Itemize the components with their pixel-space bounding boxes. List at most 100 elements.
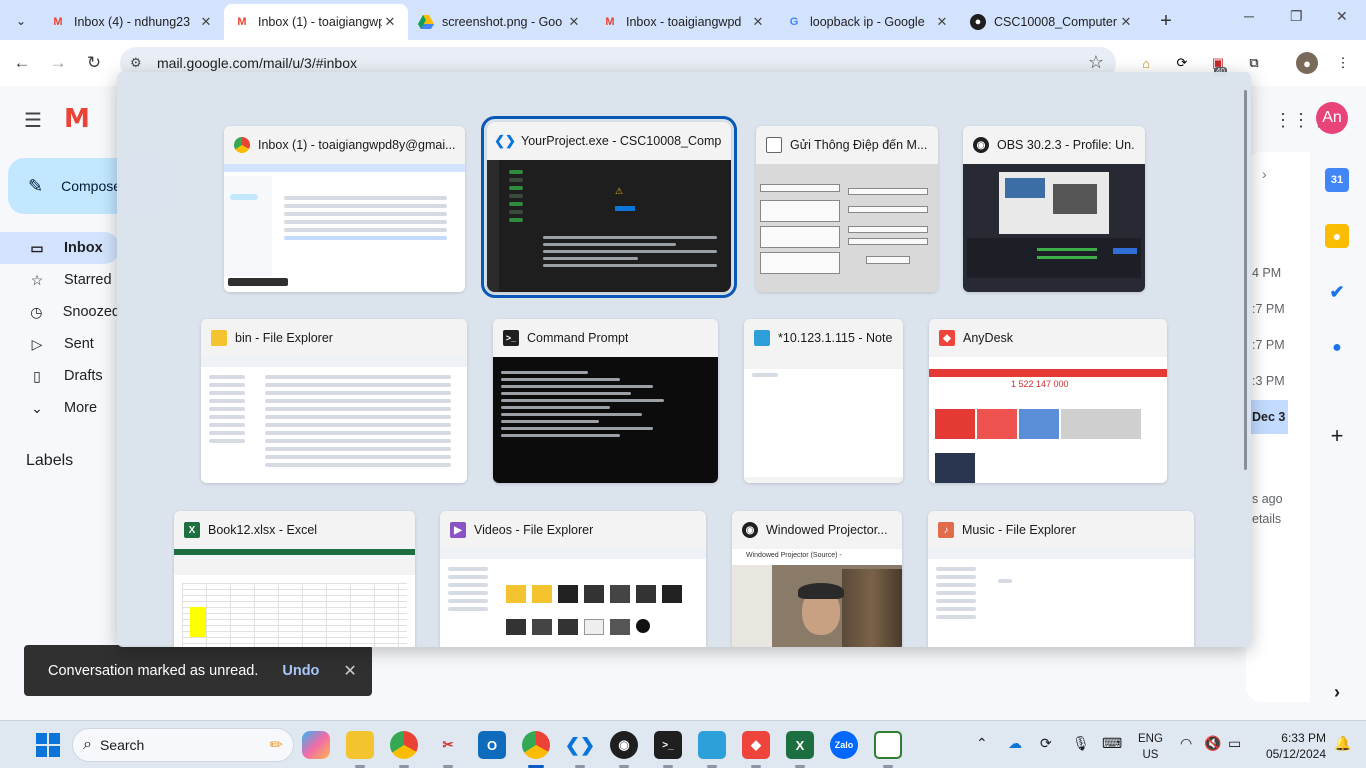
calendar-icon[interactable]: 31 — [1325, 168, 1349, 192]
browser-tab[interactable]: screenshot.png - Goo ✕ — [408, 6, 592, 38]
extensions-puzzle-icon[interactable]: ⧉ — [1243, 52, 1265, 74]
close-tab-icon[interactable]: ✕ — [198, 14, 214, 30]
chrome-icon[interactable] — [390, 731, 418, 759]
copilot-icon[interactable] — [302, 731, 330, 759]
window-card-obs[interactable]: ◉ OBS 30.2.3 - Profile: Un... — [963, 126, 1145, 292]
windows-start-icon[interactable] — [36, 733, 60, 757]
window-thumbnail — [174, 549, 415, 647]
vscode-icon[interactable]: ❮❯ — [565, 731, 595, 759]
window-card-file-explorer-bin[interactable]: bin - File Explorer — [201, 319, 467, 483]
nav-item-snoozed[interactable]: ◷ Snoozed — [0, 296, 120, 328]
site-info-icon[interactable]: ⚙ — [130, 55, 142, 71]
extension-sync-icon[interactable]: ⟳ — [1171, 52, 1193, 74]
close-tab-icon[interactable]: ✕ — [934, 14, 950, 30]
close-window-icon[interactable]: ✕ — [1336, 8, 1348, 25]
wifi-icon[interactable]: ◠ — [1180, 735, 1192, 752]
terminal-icon[interactable]: >_ — [654, 731, 682, 759]
microphone-icon[interactable]: 🎙 — [1072, 735, 1090, 752]
zalo-icon[interactable]: Zalo — [830, 731, 858, 759]
add-addon-icon[interactable]: + — [1325, 423, 1349, 448]
onedrive-icon[interactable]: ☁ — [1008, 735, 1022, 752]
outlook-icon[interactable]: O — [478, 731, 506, 759]
bookmark-star-icon[interactable]: ☆ — [1088, 52, 1104, 73]
tab-title: Inbox (4) - ndhung23 — [74, 15, 191, 29]
obs-icon[interactable]: ◉ — [610, 731, 638, 759]
nav-item-more[interactable]: ⌄ More — [0, 392, 120, 424]
tasks-icon[interactable]: ✔ — [1325, 280, 1349, 304]
minimize-icon[interactable]: ─ — [1244, 8, 1254, 24]
window-thumbnail — [928, 549, 1194, 647]
chrome-menu-icon[interactable]: ⋮ — [1332, 52, 1354, 74]
labels-heading: Labels — [26, 452, 74, 469]
file-explorer-icon[interactable] — [346, 731, 374, 759]
back-icon[interactable]: ← — [9, 50, 35, 76]
app-window-icon[interactable] — [874, 731, 902, 759]
window-card-command-prompt[interactable]: >_ Command Prompt — [493, 319, 718, 483]
browser-tab[interactable]: ● CSC10008_Computer ✕ — [960, 6, 1144, 38]
nav-item-starred[interactable]: ☆ Starred — [0, 264, 120, 296]
battery-icon[interactable]: ▭ — [1228, 735, 1241, 752]
sync-icon[interactable]: ⟳ — [1040, 735, 1052, 752]
window-card-windowed-projector[interactable]: ◉ Windowed Projector... Windowed Projecto… — [732, 511, 902, 647]
clock[interactable]: 6:33 PM 05/12/2024 — [1262, 730, 1326, 762]
input-language[interactable]: ENG US — [1138, 731, 1163, 763]
gmail-logo[interactable]: M — [64, 104, 90, 134]
obs-icon: ◉ — [973, 137, 989, 153]
tab-search-icon[interactable]: ⌄ — [8, 8, 34, 34]
close-tab-icon[interactable]: ✕ — [1118, 14, 1134, 30]
excel-icon[interactable]: X — [786, 731, 814, 759]
forward-icon[interactable]: → — [45, 50, 71, 76]
activity-details-link[interactable]: etails — [1252, 512, 1281, 526]
window-title: Music - File Explorer — [962, 523, 1076, 537]
tab-list: M Inbox (4) - ndhung23 ✕ M Inbox (1) - t… — [40, 4, 1180, 40]
anydesk-icon[interactable]: ◆ — [742, 731, 770, 759]
window-card-vscode[interactable]: ❮❯ YourProject.exe - CSC10008_Comp... ⚠ — [481, 116, 737, 298]
browser-tab-active[interactable]: M Inbox (1) - toaigiangwpd8y ✕ — [224, 4, 408, 40]
window-card-chrome[interactable]: Inbox (1) - toaigiangwpd8y@gmai... — [224, 126, 465, 292]
profile-avatar-icon[interactable]: ● — [1296, 52, 1318, 74]
notifications-bell-icon[interactable]: 🔔 — [1334, 735, 1351, 752]
window-card-file-explorer-music[interactable]: ♪ Music - File Explorer — [928, 511, 1194, 647]
nav-item-label: Starred — [64, 272, 112, 288]
account-avatar[interactable]: An — [1316, 102, 1348, 134]
close-tab-icon[interactable]: ✕ — [382, 14, 398, 30]
volume-muted-icon[interactable]: 🔇 — [1204, 735, 1221, 752]
snackbar-message: Conversation marked as unread. — [48, 662, 259, 679]
next-page-icon[interactable]: › — [1262, 166, 1267, 182]
taskbar-search-box[interactable]: ⌕ Search ✏ — [72, 728, 294, 762]
window-card-message-app[interactable]: Gửi Thông Điệp đến M... — [756, 126, 938, 292]
send-icon: ▷ — [31, 335, 43, 352]
nav-item-sent[interactable]: ▷ Sent — [0, 328, 120, 360]
nav-item-inbox[interactable]: ▭ Inbox — [0, 232, 120, 264]
close-tab-icon[interactable]: ✕ — [566, 14, 582, 30]
new-tab-button[interactable]: + — [1152, 8, 1180, 36]
window-card-anydesk[interactable]: ◆ AnyDesk 1 522 147 000 — [929, 319, 1167, 483]
chrome-profile-icon[interactable] — [522, 731, 550, 759]
extension-home-icon[interactable]: ⌂ — [1135, 52, 1157, 74]
main-menu-icon[interactable]: ☰ — [24, 108, 42, 133]
contacts-icon[interactable]: ● — [1325, 336, 1349, 360]
browser-tab[interactable]: M Inbox (4) - ndhung23 ✕ — [40, 6, 224, 38]
window-title: Windowed Projector... — [766, 523, 888, 537]
mail-time: :3 PM — [1252, 374, 1285, 388]
undo-button[interactable]: Undo — [282, 663, 319, 679]
snipping-tool-icon[interactable]: ✂ — [434, 731, 462, 759]
browser-tab[interactable]: G loopback ip - Google ✕ — [776, 6, 960, 38]
close-tab-icon[interactable]: ✕ — [750, 14, 766, 30]
keep-icon[interactable]: ● — [1325, 224, 1349, 248]
restore-icon[interactable]: ❐ — [1290, 8, 1303, 25]
browser-tab[interactable]: M Inbox - toaigiangwpd ✕ — [592, 6, 776, 38]
nav-item-drafts[interactable]: ▯ Drafts — [0, 360, 120, 392]
window-card-notepad[interactable]: *10.123.1.115 - Note... — [744, 319, 903, 483]
tab-title: screenshot.png - Goo — [442, 15, 563, 29]
show-hidden-icons-icon[interactable]: ⌃ — [976, 735, 988, 752]
task-view-scrollbar[interactable] — [1244, 90, 1247, 470]
show-side-panel-icon[interactable]: › — [1325, 680, 1349, 704]
notepad-icon[interactable] — [698, 731, 726, 759]
window-card-excel[interactable]: X Book12.xlsx - Excel — [174, 511, 415, 647]
keyboard-icon[interactable]: ⌨ — [1102, 735, 1122, 752]
window-card-file-explorer-videos[interactable]: ▶ Videos - File Explorer — [440, 511, 706, 647]
window-thumbnail — [963, 164, 1145, 292]
reload-icon[interactable]: ↻ — [81, 50, 107, 76]
close-icon[interactable]: ✕ — [343, 661, 356, 681]
